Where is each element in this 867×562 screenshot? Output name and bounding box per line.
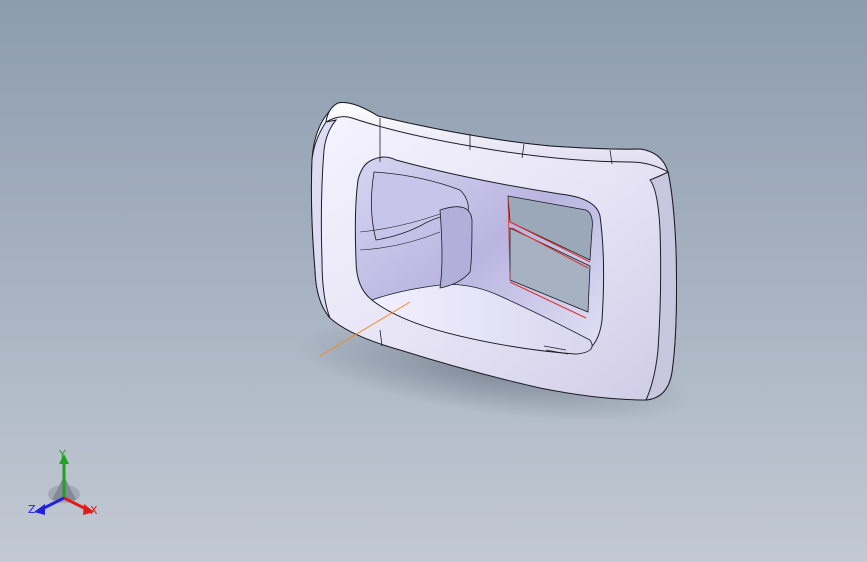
graphics-viewport[interactable]: Y X Z	[0, 0, 867, 562]
view-triad[interactable]: Y X Z	[26, 448, 106, 524]
z-axis-label: Z	[28, 503, 36, 516]
y-axis-label: Y	[59, 448, 66, 461]
x-axis-label: X	[90, 504, 98, 517]
part-model[interactable]	[0, 0, 867, 562]
